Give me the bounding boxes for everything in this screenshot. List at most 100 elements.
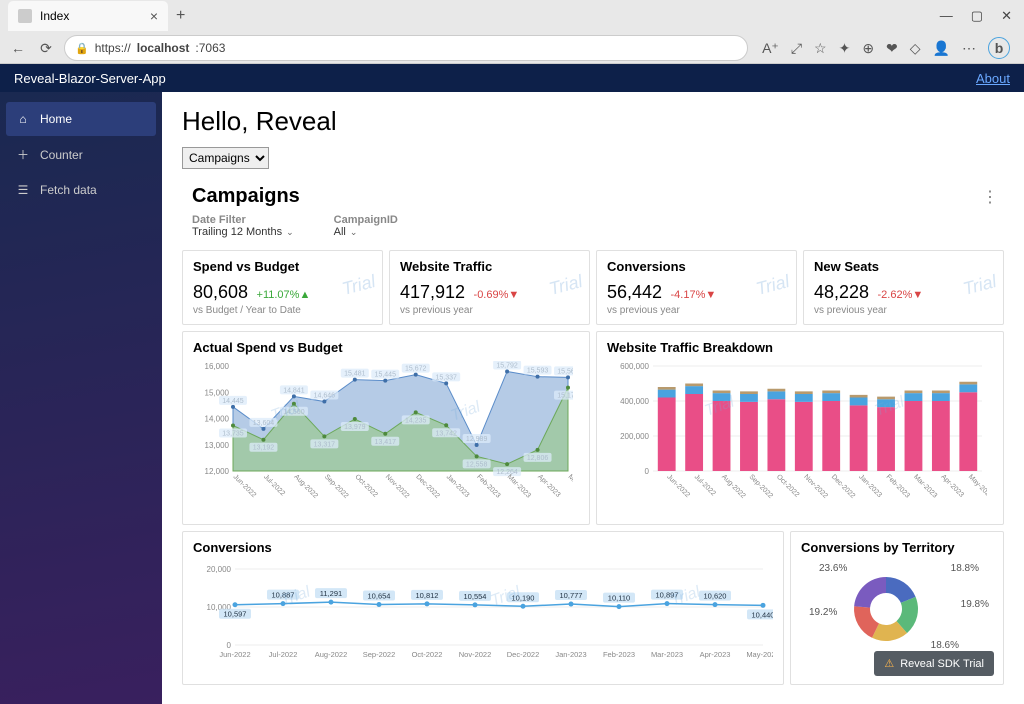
refresh-icon[interactable]: ⟳ — [36, 40, 56, 57]
arrow-down-icon: ▼ — [912, 289, 923, 301]
svg-text:Aug-2022: Aug-2022 — [292, 473, 318, 499]
kpi-sub: vs previous year — [400, 305, 579, 316]
close-window-icon[interactable]: ✕ — [1001, 8, 1012, 24]
svg-text:Mar-2023: Mar-2023 — [912, 473, 938, 499]
svg-text:Jun-2022: Jun-2022 — [232, 473, 258, 499]
svg-text:200,000: 200,000 — [620, 432, 649, 441]
svg-text:Mar-2023: Mar-2023 — [651, 650, 683, 659]
slice-label: 18.6% — [931, 640, 959, 651]
filter-date[interactable]: Date Filter Trailing 12 Months⌄ — [192, 214, 294, 238]
kpi-seats[interactable]: New Seats 48,228 -2.62%▼ vs previous yea… — [803, 250, 1004, 325]
chart-traffic-breakdown[interactable]: Website Traffic Breakdown 0200,000400,00… — [596, 331, 1004, 525]
lock-icon: 🔒 — [75, 42, 89, 55]
chart-body: 0200,000400,000600,000Jun-2022Jul-2022Au… — [607, 361, 993, 516]
zoom-icon[interactable]: ⤢ — [791, 40, 802, 57]
kpi-value: 417,912 — [400, 282, 465, 302]
filter-label: CampaignID — [334, 214, 398, 226]
chart-title: Website Traffic Breakdown — [607, 340, 993, 355]
read-aloud-icon[interactable]: A⁺ — [762, 40, 779, 57]
dashboard-select[interactable]: Campaigns — [182, 147, 269, 169]
kpi-spend[interactable]: Spend vs Budget 80,608 +11.07%▲ vs Budge… — [182, 250, 383, 325]
filter-campaign[interactable]: CampaignID All⌄ — [334, 214, 398, 238]
svg-text:Jan-2023: Jan-2023 — [857, 473, 883, 499]
kpi-title: New Seats — [814, 259, 993, 274]
about-link[interactable]: About — [976, 71, 1010, 86]
filter-value: Trailing 12 Months — [192, 226, 282, 238]
kpi-traffic[interactable]: Website Traffic 417,912 -0.69%▼ vs previ… — [389, 250, 590, 325]
minimize-icon[interactable]: — — [940, 8, 953, 24]
arrow-down-icon: ▼ — [508, 289, 519, 301]
kpi-title: Website Traffic — [400, 259, 579, 274]
svg-text:Nov-2022: Nov-2022 — [384, 473, 410, 499]
trial-badge-label: Reveal SDK Trial — [900, 658, 984, 670]
tab-favicon — [18, 9, 32, 23]
dashboard-menu-icon[interactable]: ⋮ — [976, 187, 1004, 207]
kpi-delta: -4.17% — [671, 289, 706, 301]
svg-text:May-2023: May-2023 — [746, 650, 773, 659]
browser-tab[interactable]: Index × — [8, 1, 168, 31]
slice-label: 18.8% — [951, 563, 979, 574]
svg-text:Nov-2022: Nov-2022 — [802, 473, 828, 499]
kpi-conversions[interactable]: Conversions 56,442 -4.17%▼ vs previous y… — [596, 250, 797, 325]
sidebar-item-fetch[interactable]: ☰ Fetch data — [0, 173, 162, 207]
line-chart: 010,00020,00010,597Jun-202210,887Jul-202… — [193, 561, 773, 671]
sidebar-item-label: Home — [40, 112, 72, 126]
dashboard-header: Campaigns ⋮ — [182, 179, 1004, 212]
watermark: Trial — [547, 271, 585, 300]
sidebar: ⌂ Home ＋ Counter ☰ Fetch data — [0, 92, 162, 704]
chart-actual-spend[interactable]: Actual Spend vs Budget 12,00013,00014,00… — [182, 331, 590, 525]
kpi-sub: vs previous year — [814, 305, 993, 316]
kpi-sub: vs previous year — [607, 305, 786, 316]
browser-chrome: Index × + — ▢ ✕ ← ⟳ 🔒 https://localhost:… — [0, 0, 1024, 64]
new-tab-button[interactable]: + — [168, 7, 193, 25]
back-icon[interactable]: ← — [8, 40, 28, 56]
svg-text:Dec-2022: Dec-2022 — [830, 473, 856, 499]
svg-text:May-2023: May-2023 — [567, 473, 573, 500]
plus-icon: ＋ — [16, 146, 30, 163]
url-prefix: https:// — [95, 41, 131, 55]
collections-icon[interactable]: ✦ — [839, 40, 851, 57]
sync-icon[interactable]: ❤ — [886, 40, 898, 57]
arrow-up-icon: ▲ — [299, 289, 310, 301]
svg-text:Mar-2023: Mar-2023 — [506, 473, 532, 499]
main-content: Hello, Reveal Campaigns Campaigns ⋮ Date… — [162, 92, 1024, 704]
favorite-icon[interactable]: ☆ — [814, 40, 827, 57]
kpi-delta: -0.69% — [474, 289, 509, 301]
svg-text:Dec-2022: Dec-2022 — [507, 650, 540, 659]
svg-text:10,654: 10,654 — [368, 592, 391, 601]
svg-text:Oct-2022: Oct-2022 — [775, 473, 800, 498]
sidebar-item-home[interactable]: ⌂ Home — [6, 102, 156, 136]
addon-icon[interactable]: ◇ — [910, 40, 921, 57]
maximize-icon[interactable]: ▢ — [971, 8, 983, 24]
url-input[interactable]: 🔒 https://localhost:7063 — [64, 35, 748, 61]
trial-badge[interactable]: ⚠ Reveal SDK Trial — [874, 651, 994, 676]
tab-bar: Index × + — ▢ ✕ — [0, 0, 1024, 32]
svg-text:Apr-2023: Apr-2023 — [939, 473, 964, 498]
extensions-icon[interactable]: ⊕ — [862, 40, 874, 57]
app-header: Reveal-Blazor-Server-App About — [0, 64, 1024, 92]
close-icon[interactable]: × — [150, 8, 158, 24]
watermark: Trial — [340, 271, 378, 300]
watermark: Trial — [961, 271, 999, 300]
app-title: Reveal-Blazor-Server-App — [14, 71, 166, 86]
chart-row-1: Actual Spend vs Budget 12,00013,00014,00… — [182, 331, 1004, 525]
svg-text:Apr-2023: Apr-2023 — [700, 650, 731, 659]
svg-text:10,597: 10,597 — [224, 610, 247, 619]
svg-text:Jul-2022: Jul-2022 — [693, 473, 717, 497]
kpi-row: Spend vs Budget 80,608 +11.07%▲ vs Budge… — [182, 250, 1004, 325]
chart-conversions[interactable]: Conversions 010,00020,00010,597Jun-20221… — [182, 531, 784, 685]
url-port: :7063 — [195, 41, 225, 55]
svg-text:400,000: 400,000 — [620, 397, 649, 406]
more-icon[interactable]: ⋯ — [962, 40, 976, 57]
svg-text:10,110: 10,110 — [608, 594, 630, 603]
svg-text:12,000: 12,000 — [205, 467, 230, 476]
sidebar-item-counter[interactable]: ＋ Counter — [0, 136, 162, 173]
svg-text:Aug-2022: Aug-2022 — [720, 473, 746, 499]
kpi-delta: +11.07% — [257, 289, 300, 301]
chart-title: Conversions — [193, 540, 773, 555]
sidebar-item-label: Counter — [40, 148, 83, 162]
svg-text:Jun-2022: Jun-2022 — [219, 650, 250, 659]
address-bar: ← ⟳ 🔒 https://localhost:7063 A⁺ ⤢ ☆ ✦ ⊕ … — [0, 32, 1024, 64]
bing-icon[interactable]: b — [988, 37, 1010, 59]
profile-icon[interactable]: 👤 — [933, 40, 950, 57]
